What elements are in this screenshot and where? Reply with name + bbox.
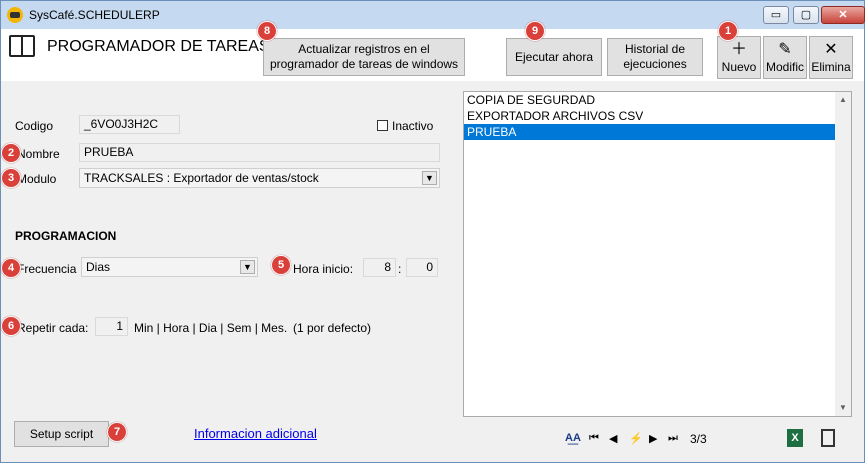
chevron-down-icon[interactable]: ▼ (422, 171, 437, 185)
list-item[interactable]: EXPORTADOR ARCHIVOS CSV (464, 108, 835, 124)
modulo-select[interactable]: TRACKSALES : Exportador de ventas/stock … (79, 168, 440, 188)
delete-label: Elimina (811, 60, 851, 74)
repetir-units: Min | Hora | Dia | Sem | Mes. (134, 321, 288, 335)
list-item[interactable]: COPIA DE SEGURDAD (464, 92, 835, 108)
badge-1: 1 (718, 21, 738, 41)
app-window: SysCafé.SCHEDULERP ▭ ▢ ✕ PROGRAMADOR DE … (0, 0, 865, 463)
task-list[interactable]: COPIA DE SEGURDAD EXPORTADOR ARCHIVOS CS… (463, 91, 852, 417)
update-task-scheduler-button[interactable]: Actualizar registros en el programador d… (263, 38, 465, 76)
nombre-field[interactable]: PRUEBA (79, 143, 440, 162)
time-separator: : (398, 262, 402, 276)
setup-script-label: Setup script (29, 426, 94, 441)
record-position: 3/3 (690, 432, 707, 446)
repetir-label: Repetir cada: (17, 321, 89, 335)
inactivo-label: Inactivo (392, 119, 434, 133)
setup-script-button[interactable]: Setup script (14, 421, 109, 447)
programacion-heading: PROGRAMACION (15, 229, 117, 243)
previous-record-icon[interactable]: ◀ (609, 432, 617, 445)
codigo-label: Codigo (15, 119, 54, 133)
scroll-down-icon[interactable]: ▼ (835, 400, 851, 416)
plus-icon: ＋ (730, 41, 747, 58)
close-window-button[interactable]: ✕ (821, 6, 865, 24)
badge-2: 2 (1, 143, 21, 163)
delete-button[interactable]: ✕ Elimina (809, 36, 853, 79)
book-icon (9, 35, 35, 57)
repetir-field[interactable]: 1 (95, 317, 128, 336)
hora-inicio-label: Hora inicio: (293, 262, 354, 276)
hora-field[interactable]: 8 (363, 258, 396, 277)
x-icon: ✕ (824, 41, 838, 58)
frecuencia-select[interactable]: Dias ▼ (81, 257, 258, 277)
new-button[interactable]: ＋ Nuevo (717, 36, 761, 79)
frecuencia-label: Frecuencia (17, 262, 77, 276)
last-record-icon[interactable]: ⏭ (668, 432, 678, 445)
next-record-icon[interactable]: ▶ (649, 432, 657, 445)
chevron-down-icon[interactable]: ▼ (240, 260, 255, 274)
list-item-selected[interactable]: PRUEBA (464, 124, 835, 140)
badge-8: 8 (257, 21, 277, 41)
modify-button[interactable]: ✎ Modific (763, 36, 807, 79)
maximize-button[interactable]: ▢ (793, 6, 819, 24)
badge-9: 9 (525, 21, 545, 41)
list-scrollbar[interactable]: ▲ ▼ (835, 92, 851, 416)
window-title: SysCafé.SCHEDULERP (29, 8, 160, 22)
badge-7: 7 (107, 422, 127, 442)
exit-door-icon[interactable] (821, 429, 835, 447)
badge-5: 5 (271, 255, 291, 275)
execution-history-label: Historial de ejecuciones (623, 42, 687, 71)
minimize-button[interactable]: ▭ (763, 6, 789, 24)
inactivo-checkbox[interactable] (377, 120, 388, 131)
codigo-field: _6VO0J3H2C (79, 115, 180, 134)
badge-3: 3 (1, 168, 21, 188)
frecuencia-value: Dias (86, 260, 111, 274)
syscafe-app-icon (7, 7, 23, 23)
pencil-icon: ✎ (778, 41, 792, 58)
repetir-hint: (1 por defecto) (293, 321, 372, 335)
first-record-icon[interactable]: ⏮ (589, 432, 599, 445)
execute-now-label: Ejecutar ahora (514, 49, 594, 64)
search-records-icon[interactable]: A͟A (565, 432, 581, 444)
new-label: Nuevo (721, 60, 757, 74)
page-title: PROGRAMADOR DE TAREAS (47, 38, 270, 55)
scroll-up-icon[interactable]: ▲ (835, 92, 851, 108)
update-task-scheduler-label: Actualizar registros en el programador d… (269, 42, 459, 71)
modulo-label: Modulo (17, 172, 57, 186)
execute-now-button[interactable]: Ejecutar ahora (506, 38, 602, 76)
excel-icon[interactable]: X (787, 429, 803, 447)
badge-6: 6 (1, 316, 21, 336)
minuto-field[interactable]: 0 (406, 258, 438, 277)
modify-label: Modific (765, 60, 804, 74)
info-link[interactable]: Informacion adicional (194, 426, 317, 441)
lightning-icon[interactable]: ⚡ (629, 432, 643, 445)
modulo-value: TRACKSALES : Exportador de ventas/stock (84, 171, 319, 185)
nombre-label: Nombre (17, 147, 60, 161)
badge-4: 4 (1, 258, 21, 278)
execution-history-button[interactable]: Historial de ejecuciones (607, 38, 703, 76)
